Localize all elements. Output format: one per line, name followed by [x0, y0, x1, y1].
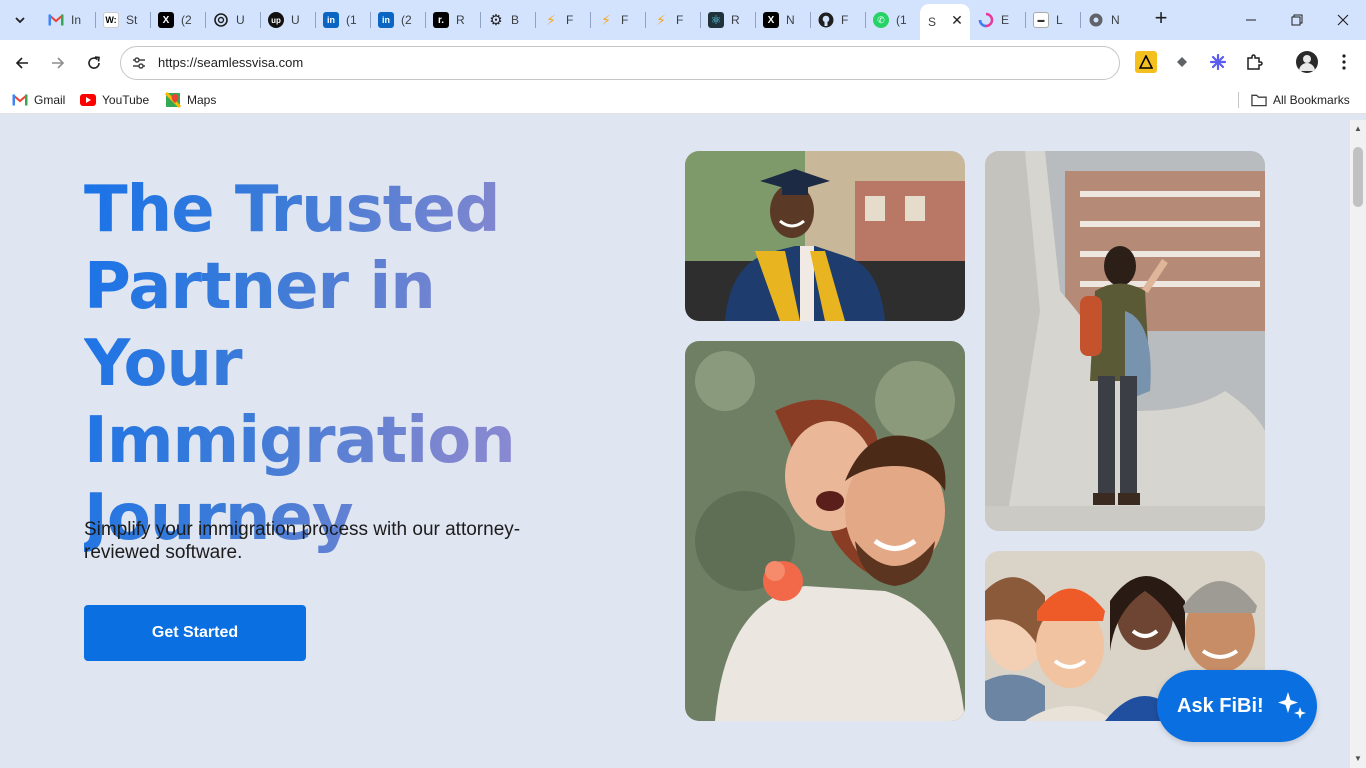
tab-x-2[interactable]: X N	[755, 4, 810, 36]
tab-w[interactable]: W: St	[95, 4, 150, 36]
photo-traveler	[985, 151, 1265, 531]
back-button[interactable]	[8, 49, 36, 77]
tab-strip: In W: St X (2 U up U in (1 in (2 r. R ⚙ …	[0, 0, 1366, 40]
bookmark-gmail[interactable]: Gmail	[12, 92, 65, 108]
gmail-icon	[48, 12, 64, 28]
w-icon: W:	[103, 12, 119, 28]
scroll-down-arrow[interactable]: ▼	[1350, 752, 1366, 766]
ask-fibi-label: Ask FiBi!	[1177, 694, 1264, 717]
tab-gmail[interactable]: In	[40, 4, 95, 36]
tab-bolt-2[interactable]: ⚡ F	[590, 4, 645, 36]
react-icon: ⚛	[708, 12, 724, 28]
hero-title: The Trusted Partner in Your Immigration …	[84, 172, 604, 557]
kebab-menu-icon[interactable]	[1333, 51, 1355, 73]
ask-fibi-button[interactable]: Ask FiBi!	[1157, 670, 1317, 742]
close-window-button[interactable]	[1320, 0, 1366, 40]
openai-icon	[213, 12, 229, 28]
sparkle-icon	[1277, 692, 1306, 719]
bookmark-maps[interactable]: Maps	[165, 92, 216, 108]
extension-warning-icon[interactable]	[1135, 51, 1157, 73]
tab-bolt-3[interactable]: ⚡ F	[645, 4, 700, 36]
url-text: https://seamlessvisa.com	[158, 55, 304, 70]
tab-linkedin-2[interactable]: in (2	[370, 4, 425, 36]
tab-gear[interactable]: ⚙ B	[480, 4, 535, 36]
forward-button[interactable]	[44, 49, 72, 77]
tab-react[interactable]: ⚛ R	[700, 4, 755, 36]
tab-whatsapp[interactable]: ✆ (1	[865, 4, 920, 36]
arrow-right-icon	[52, 57, 65, 69]
bolt-icon: ⚡	[601, 11, 611, 28]
bookmark-youtube[interactable]: YouTube	[80, 92, 149, 108]
bolt-icon: ⚡	[656, 11, 666, 28]
page-scrollbar[interactable]: ▲ ▼	[1350, 120, 1366, 768]
tab-x[interactable]: X (2	[150, 4, 205, 36]
tab-openai[interactable]: U	[205, 4, 260, 36]
swirl-icon	[978, 12, 994, 28]
arrow-left-icon	[15, 57, 28, 69]
tab-list: In W: St X (2 U up U in (1 in (2 r. R ⚙ …	[40, 4, 1135, 40]
scroll-up-arrow[interactable]: ▲	[1350, 122, 1366, 136]
chevron-down-icon	[15, 17, 25, 24]
minimize-icon	[1246, 19, 1256, 21]
r-icon: r.	[433, 12, 449, 28]
reload-icon	[88, 56, 100, 69]
profile-avatar[interactable]	[1296, 51, 1318, 73]
photo-couple	[685, 341, 965, 721]
circle-icon	[1088, 12, 1104, 28]
tab-circle[interactable]: N	[1080, 4, 1135, 36]
address-bar[interactable]: https://seamlessvisa.com	[120, 46, 1120, 80]
extension-flower-icon[interactable]	[1207, 51, 1229, 73]
tab-bolt-1[interactable]: ⚡ F	[535, 4, 590, 36]
scrollbar-thumb[interactable]	[1353, 147, 1363, 207]
bookmarks-bar: Gmail YouTube Maps All Bookmarks	[0, 86, 1366, 114]
reload-button[interactable]	[80, 49, 108, 77]
hero-subtitle: Simplify your immigration process with o…	[84, 519, 521, 563]
tab-upwork[interactable]: up U	[260, 4, 315, 36]
gmail-icon	[12, 92, 28, 108]
gear-icon: ⚙	[489, 12, 503, 29]
minimize-button[interactable]	[1228, 0, 1274, 40]
linkedin-icon: in	[378, 12, 394, 28]
folder-icon	[1251, 92, 1267, 108]
get-started-button[interactable]: Get Started	[84, 605, 306, 661]
restore-button[interactable]	[1274, 0, 1320, 40]
photo-graduate	[685, 151, 965, 321]
site-settings-icon[interactable]	[131, 55, 147, 76]
upwork-icon: up	[268, 12, 284, 28]
browser-toolbar: https://seamlessvisa.com	[0, 40, 1366, 86]
tab-l[interactable]: ▬ L	[1025, 4, 1080, 36]
youtube-icon	[80, 92, 96, 108]
all-bookmarks-button[interactable]: All Bookmarks	[1251, 92, 1350, 108]
linkedin-icon: in	[323, 12, 339, 28]
close-icon	[1337, 14, 1349, 26]
github-icon	[818, 12, 834, 28]
tab-seamlessvisa[interactable]: S ✕	[920, 4, 970, 40]
x-icon: X	[763, 12, 779, 28]
page-content: The Trusted Partner in Your Immigration …	[0, 120, 1350, 768]
maps-icon	[165, 92, 181, 108]
close-icon[interactable]: ✕	[950, 13, 964, 27]
bolt-icon: ⚡	[546, 11, 556, 28]
tab-search-button[interactable]	[6, 6, 34, 34]
new-tab-button[interactable]: +	[1150, 7, 1172, 30]
tab-linkedin-1[interactable]: in (1	[315, 4, 370, 36]
restore-icon	[1291, 14, 1303, 26]
bookmarks-divider	[1238, 92, 1239, 108]
tab-github[interactable]: F	[810, 4, 865, 36]
tab-r[interactable]: r. R	[425, 4, 480, 36]
tab-swirl[interactable]: E	[970, 4, 1025, 36]
extensions-puzzle-icon[interactable]	[1243, 51, 1265, 73]
l-icon: ▬	[1033, 12, 1049, 28]
x-icon: X	[158, 12, 174, 28]
extension-dot-icon[interactable]	[1171, 51, 1193, 73]
whatsapp-icon: ✆	[873, 12, 889, 28]
